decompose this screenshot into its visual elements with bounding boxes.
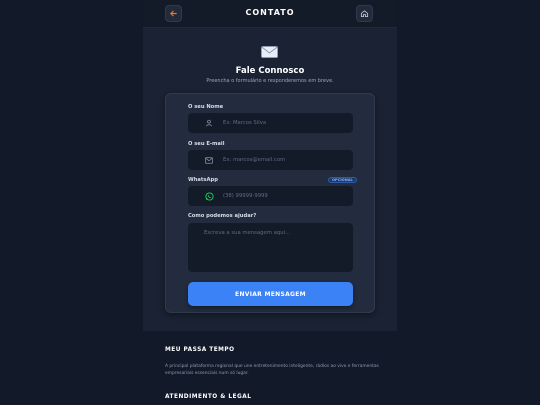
send-message-button[interactable]: ENVIAR MENSAGEM: [188, 282, 353, 306]
name-label: O seu Nome: [188, 104, 224, 110]
home-icon: [360, 10, 369, 18]
email-placeholder: Ex: marcos@email.com: [223, 157, 286, 163]
hero-title: Fale Connosco: [235, 66, 305, 76]
email-label: O seu E-mail: [188, 141, 225, 147]
message-label: Como podemos ajudar?: [188, 213, 257, 219]
name-placeholder: Ex: Marcos Silva: [223, 120, 267, 126]
optional-badge: OPCIONAL: [328, 177, 357, 183]
footer-legal-title: ATENDIMENTO & LEGAL: [165, 394, 252, 400]
name-input[interactable]: Ex: Marcos Silva: [188, 113, 353, 133]
whatsapp-input[interactable]: (38) 99999-9999: [188, 186, 353, 206]
message-placeholder: Escreva a sua mensagem aqui...: [204, 230, 291, 236]
contact-page: CONTATO Fale Connosco Preencha o formulá…: [143, 0, 397, 331]
email-input[interactable]: Ex: marcos@email.com: [188, 150, 353, 170]
whatsapp-label: WhatsApp: [188, 177, 218, 183]
whatsapp-placeholder: (38) 99999-9999: [223, 193, 268, 199]
user-icon: [204, 118, 214, 128]
whatsapp-icon: [204, 191, 214, 201]
footer-about-text: A principal plataforma regional que une …: [165, 364, 379, 376]
envelope-icon: [261, 46, 278, 58]
mail-icon: [204, 155, 214, 165]
hero-subtitle: Preencha o formulário e responderemos em…: [206, 78, 334, 84]
footer-about-title: MEU PASSA TEMPO: [165, 347, 235, 353]
message-textarea[interactable]: Escreva a sua mensagem aqui...: [188, 223, 353, 272]
home-button[interactable]: [356, 5, 373, 22]
contact-form: O seu Nome Ex: Marcos Silva O seu E-mail…: [165, 93, 375, 313]
top-bar: CONTATO: [143, 0, 397, 28]
